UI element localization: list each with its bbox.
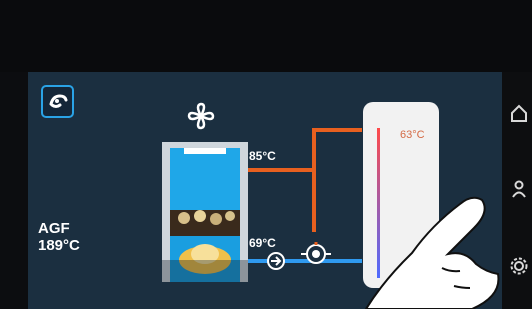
pump-icon <box>267 252 285 270</box>
settings-side-icon[interactable] <box>510 257 528 275</box>
flow-temperature: 85°C <box>249 149 276 163</box>
tank-temperature: 63°C <box>400 129 425 141</box>
device-bezel-left <box>0 72 28 309</box>
device-bezel-right <box>502 72 532 309</box>
hand-overlay <box>364 196 500 309</box>
device-bezel-top <box>0 0 532 72</box>
user-side-icon[interactable] <box>510 180 528 198</box>
display-screen: AGF 189°C 85°C 69°C 63°C <box>28 72 502 309</box>
return-temperature: 69°C <box>249 236 276 250</box>
home-side-icon[interactable] <box>510 104 528 122</box>
valve-icon <box>301 242 331 264</box>
